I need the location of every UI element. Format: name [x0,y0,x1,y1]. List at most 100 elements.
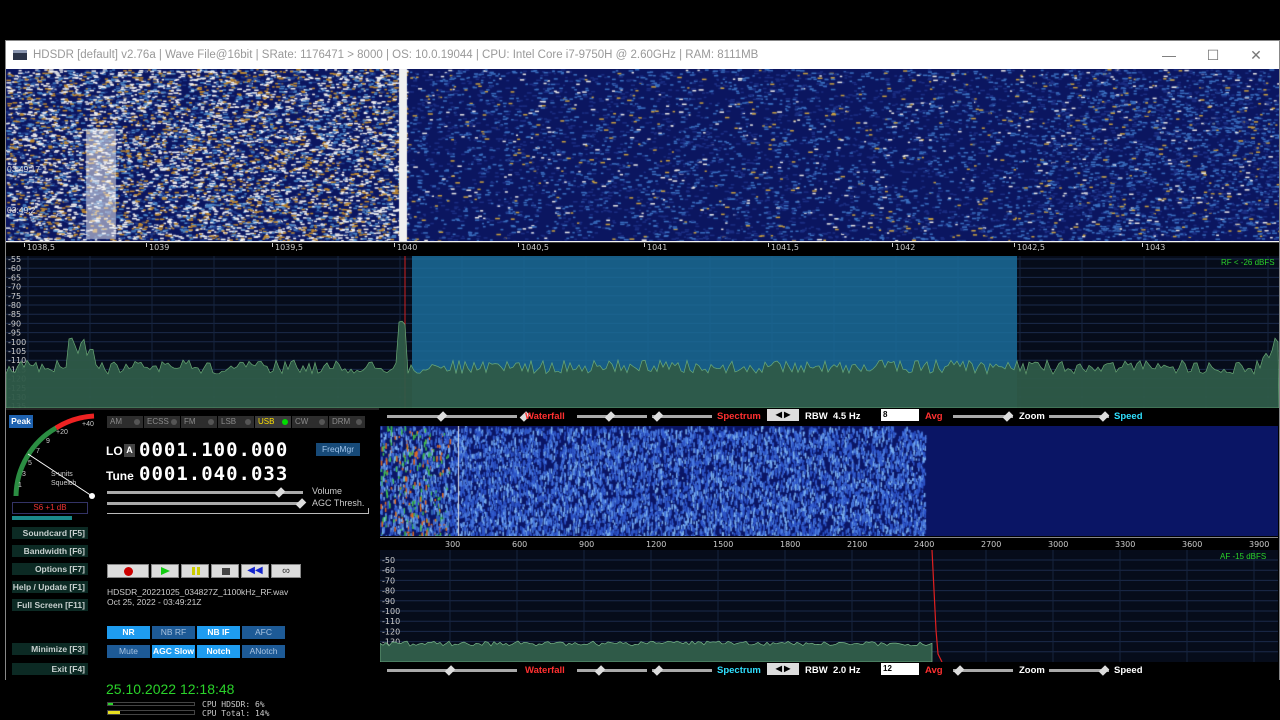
wf-speed-slider[interactable] [577,411,647,422]
rf-ruler-tick: 1039,5 [275,243,303,252]
rf-frequency-ruler[interactable]: 1038,5 1039 1039,5 1040 1040,5 1041 1041,5 1042… [6,242,1279,256]
rf-ruler-tick: 1040 [397,243,418,252]
lo-a-button[interactable]: A [124,444,135,457]
loop-button[interactable]: ∞ [271,564,301,578]
soundcard-button[interactable]: Soundcard [F5] [12,527,88,539]
stop-icon [222,568,230,575]
af-panel: Waterfall Spectrum ◀ ▶ RBW 4.5 Hz 8 Avg … [379,408,1279,681]
rf-spectrum[interactable]: -55-60-65-70-75-80-85-90-95-100-105-110-… [6,256,1279,408]
mode-usb-button[interactable]: USB [255,416,291,428]
top-rbw-label: RBW [805,410,828,422]
lo-label: LO [106,444,123,458]
af-db-tick: -50 [382,556,395,565]
cpu-total-bar [107,710,195,715]
spectrum-db-tick: -90 [8,319,21,328]
mute-button[interactable]: Mute [107,645,150,658]
smeter-reading: S6 +1 dB [12,502,88,514]
nb-rf-button[interactable]: NB RF [152,626,195,639]
volume-slider[interactable] [107,487,303,498]
spec-slider[interactable] [652,411,712,422]
bandwidth-button[interactable]: Bandwidth [F6] [12,545,88,557]
cpu-hdsdr: CPU HDSDR: 6% [202,700,265,709]
af-db-tick: -90 [382,597,395,606]
bottom-speed-slider[interactable] [1049,665,1110,676]
lo-frequency[interactable]: 0001.100.000 [139,439,288,461]
af-ruler-tick: 2700 [981,540,1002,549]
smeter-scale-3: 3 [22,471,26,478]
options-button[interactable]: Options [F7] [12,563,88,575]
afc-button[interactable]: AFC [242,626,285,639]
rf-ruler-tick: 1042 [895,243,916,252]
top-avg-select[interactable]: 8 [881,409,919,421]
bottom-avg-select[interactable]: 12 [881,663,919,675]
tune-frequency[interactable]: 0001.040.033 [139,463,288,485]
bottom-spectrum-label: Spectrum [717,664,761,676]
waterfall-time-1: 03:49:17 [7,164,41,174]
agc-slow-button[interactable]: AGC Slow [152,645,195,658]
play-button[interactable] [151,564,179,578]
mode-lsb-button[interactable]: LSB [218,416,254,428]
bottom-rbw-arrows[interactable]: ◀ ▶ [767,663,799,675]
rf-ruler-tick: 1041 [647,243,668,252]
help-update-button[interactable]: Help / Update [F1] [12,581,88,593]
rf-ruler-tick: 1040,5 [521,243,549,252]
stop-button[interactable] [211,564,239,578]
freqmgr-button[interactable]: FreqMgr [316,443,360,456]
agc-threshold-slider[interactable] [107,498,307,509]
top-speed-label: Speed [1114,410,1143,422]
mode-fm-button[interactable]: FM [181,416,217,428]
divider [107,513,369,514]
notch-button[interactable]: Notch [197,645,240,658]
full-screen-button[interactable]: Full Screen [F11] [12,599,88,611]
nb-if-button[interactable]: NB IF [197,626,240,639]
af-wf-contrast-slider[interactable] [387,665,517,676]
nr-button[interactable]: NR [107,626,150,639]
mode-ecss-button[interactable]: ECSS [144,416,180,428]
af-db-tick: -80 [382,587,395,596]
af-spec-slider[interactable] [652,665,712,676]
bottom-rbw-label: RBW [805,664,828,676]
squelch-label: Squelch [51,480,77,487]
rf-waterfall[interactable]: 03:49:17 03:49:2 [6,69,1279,241]
smeter-scale-5: 5 [28,460,32,467]
bottom-zoom-slider[interactable] [953,665,1013,676]
af-frequency-ruler[interactable]: 300 600 900 1200 1500 1800 2100 2400 2700 3000 330… [380,537,1278,550]
af-ruler-tick: 3600 [1182,540,1203,549]
rewind-button[interactable]: ◀◀ [241,564,269,578]
minimize-window-button[interactable]: — [1147,41,1191,69]
minimize-button[interactable]: Minimize [F3] [12,643,88,655]
s-units-label: S-units [51,471,73,478]
af-waterfall[interactable] [380,426,1278,536]
af-ruler-tick: 3300 [1115,540,1136,549]
top-rbw-arrows[interactable]: ◀ ▶ [767,409,799,421]
pause-button[interactable] [181,564,209,578]
spectrum-db-tick: -60 [8,264,21,273]
maximize-window-button[interactable]: ☐ [1191,41,1235,69]
rf-ruler-mark [24,243,25,247]
record-button[interactable] [107,564,149,578]
af-db-tick: -60 [382,566,395,575]
title-bar: HDSDR [default] v2.76a | Wave File@16bit… [6,41,1279,69]
rf-ruler-mark [1142,243,1143,247]
spectrum-db-tick: -65 [8,273,21,282]
bottom-speed-label: Speed [1114,664,1143,676]
af-ruler-tick: 2100 [847,540,868,549]
wf-contrast-slider[interactable] [387,411,517,422]
mode-am-button[interactable]: AM [107,416,143,428]
mode-drm-button[interactable]: DRM [329,416,365,428]
close-window-button[interactable]: ✕ [1234,41,1278,69]
top-speed-slider[interactable] [1049,411,1110,422]
mode-cw-button[interactable]: CW [292,416,328,428]
rf-ruler-mark [644,243,645,247]
exit-button[interactable]: Exit [F4] [12,663,88,675]
top-zoom-slider[interactable] [953,411,1014,422]
spectrum-db-tick: -75 [8,292,21,301]
rf-dbfs-label: RF < -26 dBFS [1221,258,1275,267]
af-spectrum[interactable]: -50-60-70-80-90-100-110-120-130-140 [380,550,1278,662]
cpu-total: CPU Total: 14% [202,709,270,718]
rf-ruler-mark [146,243,147,247]
bottom-rbw-value: 2.0 Hz [833,664,861,676]
anotch-button[interactable]: ANotch [242,645,285,658]
volume-label: Volume [312,486,343,496]
af-wf-speed-slider[interactable] [577,665,647,676]
